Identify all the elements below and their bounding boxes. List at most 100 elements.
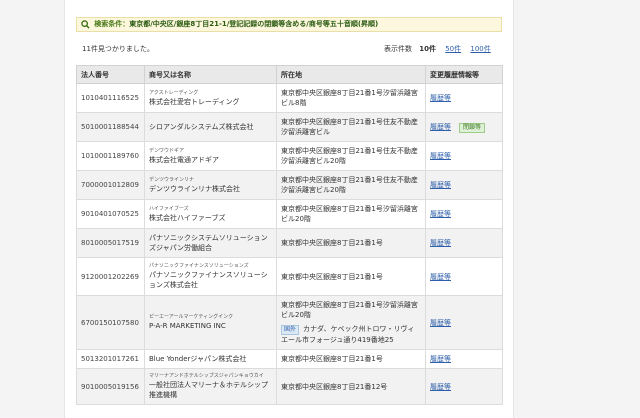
table-row: 7000001012809 デンツウラインリナ デンツウラインリナ株式会社 東京都中央… [76,170,503,200]
history-link[interactable]: 履歴等 [430,152,451,160]
corporate-number: 1010001189760 [76,141,145,171]
corporate-name: Blue Yonderジャパン株式会社 [149,355,247,363]
name-kana: パナソニックファイナンスソリューションズ [149,263,249,269]
address-cell: 東京都中央区銀座8丁目21番12号 [276,368,426,405]
history-cell: 履歴等 [425,170,503,200]
per-page-label: 表示件数 [384,45,412,53]
per-page-selector: 表示件数 10件 50件 100件 [384,44,491,54]
search-icon [81,19,90,29]
name-cell: ピーエーアールマーケティングインク P-A-R MARKETING INC [144,295,277,350]
history-cell: 履歴等 [425,257,503,296]
name-cell: アクストレーディング 株式会社愛宕トレーディング [144,83,277,113]
address-cell: 東京都中央区銀座8丁目21番1号住友不動産汐留浜離宮ビル20階 [276,170,426,200]
address-cell: 東京都中央区銀座8丁目21番1号汐留浜離宮ビル20階 [276,199,426,229]
name-cell: デンツウラインリナ デンツウラインリナ株式会社 [144,170,277,200]
address-text: 東京都中央区銀座8丁目21番1号住友不動産汐留浜離宮ビル [281,118,418,136]
per-page-100-link[interactable]: 100件 [470,45,490,53]
corporate-number: 9010401070525 [76,199,145,229]
corporate-name: パナソニックシステムソリューションズジャパン労働組合 [149,234,268,252]
history-link[interactable]: 履歴等 [430,319,451,327]
history-link[interactable]: 履歴等 [430,239,451,247]
search-condition-label: 検索条件： [94,20,130,28]
name-kana: デンワウドギア [149,147,185,154]
address-cell: 東京都中央区銀座8丁目21番1号 [276,228,426,258]
corporate-name: P-A-R MARKETING INC [149,322,226,330]
name-kana: ピーエーアールマーケティングインク [149,314,234,320]
address-cell: 東京都中央区銀座8丁目21番1号汐留浜離宮ビル20階国外 カナダ、ケベック州トロワ… [276,295,426,350]
header-history: 変更履歴情報等 [425,65,503,84]
corporate-number: 6700150107580 [76,295,145,350]
results-table: 法人番号 商号又は名称 所在地 変更履歴情報等 1010401116525 アクス… [76,65,503,405]
address-text: 東京都中央区銀座8丁目21番1号 [281,239,383,247]
corporate-name: デンツウラインリナ株式会社 [149,184,240,193]
search-condition-bar: 検索条件：東京都/中央区/銀座8丁目21-1/登記記録の閉鎖等含める/商号等五十… [76,17,502,32]
corporate-number: 9010005019156 [76,368,145,405]
table-row: 5010001188544 シロアンダルシステムズ株式会社 東京都中央区銀座8丁目2… [76,112,503,142]
address-text: 東京都中央区銀座8丁目21番1号汐留浜離宮ビル8階 [281,89,418,107]
foreign-address: カナダ、ケベック州トロワ・リヴィエール市フォージュ通り419番地25 [281,325,415,344]
address-cell: 東京都中央区銀座8丁目21番1号 [276,257,426,296]
address-text: 東京都中央区銀座8丁目21番1号 [281,355,383,363]
history-cell: 履歴等 [425,199,503,229]
name-cell: Blue Yonderジャパン株式会社 [144,349,277,369]
corporate-number: 5010001188544 [76,112,145,142]
corporate-number: 9120001202269 [76,257,145,296]
overseas-badge: 国外 [281,325,300,335]
address-text: 東京都中央区銀座8丁目21番1号住友不動産汐留浜離宮ビル20階 [281,176,418,194]
history-cell: 履歴等 [425,83,503,113]
address-text: 東京都中央区銀座8丁目21番1号汐留浜離宮ビル20階 [281,205,418,223]
table-row: 9010005019156 マリーナアンドホテルシップスジャパンキョウカイ 一般社団… [76,368,503,405]
history-link[interactable]: 履歴等 [430,94,451,102]
history-cell: 履歴等 [425,349,503,369]
history-link[interactable]: 履歴等 [430,210,451,218]
address-text: 東京都中央区銀座8丁目21番1号住友不動産汐留浜離宮ビル20階 [281,147,418,165]
table-row: 8010005017519 パナソニックシステムソリューションズジャパン労働組合 東… [76,228,503,258]
table-row: 9120001202269 パナソニックファイナンスソリューションズ パナソニックフ… [76,257,503,296]
result-count: 11件見つかりました。 [82,45,154,53]
name-cell: パナソニックシステムソリューションズジャパン労働組合 [144,228,277,258]
corporate-name: シロアンダルシステムズ株式会社 [149,123,254,131]
corporate-name: 株式会社電通アドギア [149,155,219,164]
history-cell: 履歴等 [425,368,503,405]
name-cell: ハイファイブーズ 株式会社ハイファーブズ [144,199,277,229]
address-text: 東京都中央区銀座8丁目21番1号汐留浜離宮ビル20階 [281,301,418,319]
history-link[interactable]: 履歴等 [430,383,451,391]
history-link[interactable]: 履歴等 [430,355,451,363]
name-cell: シロアンダルシステムズ株式会社 [144,112,277,142]
per-page-current: 10件 [419,45,436,53]
table-header-row: 法人番号 商号又は名称 所在地 変更履歴情報等 [76,65,503,84]
table-row: 6700150107580 ピーエーアールマーケティングインク P-A-R MARK… [76,295,503,350]
table-row: 1010401116525 アクストレーディング 株式会社愛宕トレーディング 東京都中… [76,83,503,113]
name-cell: パナソニックファイナンスソリューションズパナソニックファイナンスソリューションズ… [144,257,277,296]
address-cell: 東京都中央区銀座8丁目21番1号 [276,349,426,369]
name-kana: マリーナアンドホテルシップスジャパンキョウカイ [149,373,264,379]
name-kana: デンツウラインリナ [149,176,195,183]
table-row: 1010001189760 デンワウドギア 株式会社電通アドギア 東京都中央区銀座8丁… [76,141,503,171]
search-condition-text: 東京都/中央区/銀座8丁目21-1/登記記録の閉鎖等含める/商号等五十音順(昇順… [129,20,379,28]
corporate-number: 8010005017519 [76,228,145,258]
address-text: 東京都中央区銀座8丁目21番12号 [281,382,388,391]
history-link[interactable]: 履歴等 [430,123,451,131]
header-name: 商号又は名称 [144,65,277,84]
header-number: 法人番号 [76,65,145,84]
address-cell: 東京都中央区銀座8丁目21番1号汐留浜離宮ビル8階 [276,83,426,113]
history-link[interactable]: 履歴等 [430,273,451,281]
corporate-number: 1010401116525 [76,83,145,113]
corporate-name: 株式会社愛宕トレーディング [149,97,240,106]
history-cell: 履歴等 [425,141,503,171]
corporate-name: 株式会社ハイファーブズ [149,213,226,222]
history-cell: 履歴等 閉鎖等 [425,112,503,142]
history-cell: 履歴等 [425,295,503,350]
name-cell: マリーナアンドホテルシップスジャパンキョウカイ 一般社団法人マリーナ＆ホテルシップ… [144,368,277,405]
name-kana: アクストレーディング [149,89,199,96]
address-cell: 東京都中央区銀座8丁目21番1号住友不動産汐留浜離宮ビル20階 [276,141,426,171]
name-kana: ハイファイブーズ [149,205,189,212]
address-text: 東京都中央区銀座8丁目21番1号 [281,272,383,281]
name-cell: デンワウドギア 株式会社電通アドギア [144,141,277,171]
per-page-50-link[interactable]: 50件 [445,45,461,53]
corporate-name: パナソニックファイナンスソリューションズ株式会社 [149,271,268,289]
header-address: 所在地 [276,65,426,84]
history-cell: 履歴等 [425,228,503,258]
corporate-number: 5013201017261 [76,349,145,369]
history-link[interactable]: 履歴等 [430,181,451,189]
